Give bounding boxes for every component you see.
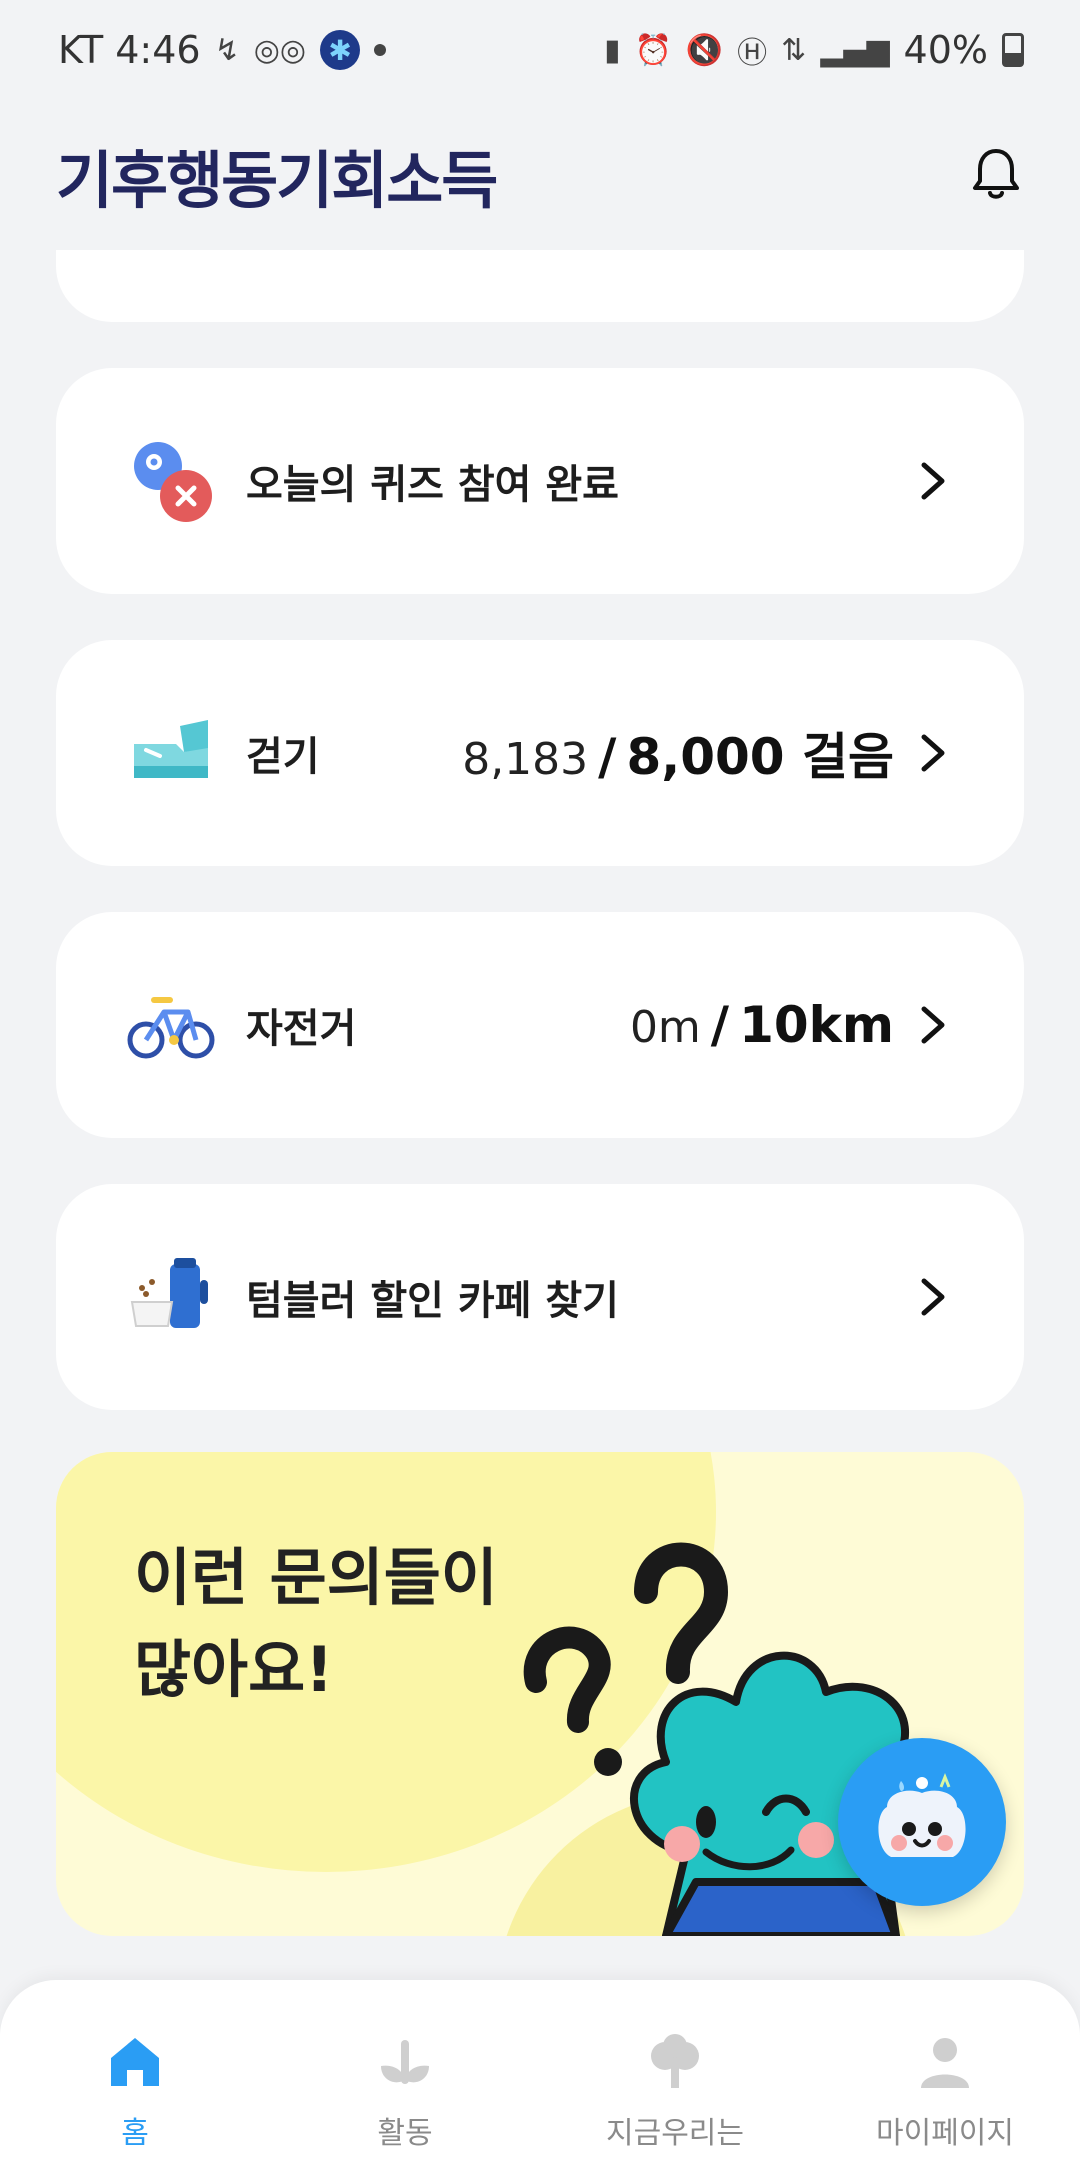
- nav-label: 홈: [121, 2116, 149, 2151]
- home-scroll-area[interactable]: 오늘의 퀴즈 참여 완료 걷기 8,183 / 8,000 걸음 자전거 0m: [0, 250, 1080, 1980]
- battery-saver-icon: ▮: [603, 32, 621, 68]
- user-icon: [921, 2038, 969, 2088]
- walk-current: 8,183: [462, 734, 589, 785]
- missed-call-icon: ↯: [214, 32, 240, 68]
- signal-icon: ▂▄▆: [820, 32, 890, 68]
- partial-card: [56, 250, 1024, 322]
- status-right: ▮ ⏰ 🔇 Ⓗ ⇅ ▂▄▆ 40%: [604, 28, 1024, 72]
- status-left: KT 4:46 ↯ ◎◎ ✱: [58, 28, 387, 72]
- quiz-icon: [134, 442, 212, 522]
- more-notifications-icon: [374, 44, 387, 56]
- nav-label: 지금우리는: [606, 2116, 744, 2151]
- row-tumbler[interactable]: 텀블러 할인 카페 찾기: [56, 1184, 1024, 1410]
- banner-title: 이런 문의들이 많아요!: [134, 1541, 498, 1706]
- walk-target: 8,000 걸음: [626, 728, 894, 786]
- row-label: 걷기: [246, 734, 320, 780]
- carrier-time: KT 4:46: [58, 28, 201, 72]
- chevron-right-icon: [921, 1278, 945, 1316]
- row-label: 자전거: [246, 1006, 357, 1052]
- bike-separator: /: [710, 996, 730, 1054]
- chatbot-fab[interactable]: [838, 1738, 1006, 1906]
- chevron-right-icon: [921, 734, 945, 772]
- battery-percent: 40%: [903, 28, 988, 72]
- row-walk[interactable]: 걷기 8,183 / 8,000 걸음: [56, 640, 1024, 866]
- hd-icon: Ⓗ: [737, 36, 768, 71]
- nav-label: 활동: [377, 2116, 433, 2151]
- walk-progress: 8,183 / 8,000 걸음: [462, 717, 894, 789]
- chevron-right-icon: [921, 462, 945, 500]
- bottom-nav: 홈 활동 지금우리는 마이페이지: [0, 1980, 1080, 2184]
- logo-text: 기후행동기회소득: [56, 144, 498, 217]
- bike-current: 0m: [629, 1002, 701, 1053]
- chevron-right-icon: [921, 1006, 945, 1044]
- bike-progress: 0m / 10km: [630, 996, 894, 1054]
- app-notification-icon: ✱: [320, 30, 361, 70]
- notification-bell-icon[interactable]: [966, 145, 1026, 205]
- battery-icon: [1002, 33, 1024, 67]
- nav-now[interactable]: 지금우리는: [565, 2030, 785, 2152]
- sprout-icon: [381, 2040, 429, 2084]
- walk-separator: /: [598, 728, 617, 786]
- row-bike[interactable]: 자전거 0m / 10km: [56, 912, 1024, 1138]
- nav-mypage[interactable]: 마이페이지: [835, 2030, 1055, 2152]
- home-icon: [111, 2038, 159, 2086]
- nav-label: 마이페이지: [876, 2116, 1014, 2151]
- bicycle-icon: [127, 997, 215, 1059]
- shoe-icon: [134, 720, 208, 778]
- tree-icon: [651, 2034, 699, 2088]
- app-logo[interactable]: 기후행동기회소득: [56, 130, 498, 220]
- status-bar: KT 4:46 ↯ ◎◎ ✱ ▮ ⏰ 🔇 Ⓗ ⇅ ▂▄▆ 40%: [0, 0, 1080, 100]
- voicemail-icon: ◎◎: [253, 32, 307, 68]
- mute-icon: 🔇: [685, 32, 724, 68]
- row-label: 오늘의 퀴즈 참여 완료: [246, 462, 619, 508]
- nav-home[interactable]: 홈: [25, 2030, 245, 2152]
- alarm-icon: ⏰: [634, 32, 672, 68]
- app-header: 기후행동기회소득: [0, 100, 1080, 250]
- 5g-icon: ⇅: [781, 32, 807, 68]
- row-quiz[interactable]: 오늘의 퀴즈 참여 완료: [56, 368, 1024, 594]
- nav-activity[interactable]: 활동: [295, 2030, 515, 2152]
- chatbot-mascot-icon: [878, 1772, 966, 1857]
- tumbler-icon: [130, 1258, 208, 1328]
- row-label: 텀블러 할인 카페 찾기: [246, 1278, 619, 1324]
- bike-target: 10km: [739, 996, 894, 1054]
